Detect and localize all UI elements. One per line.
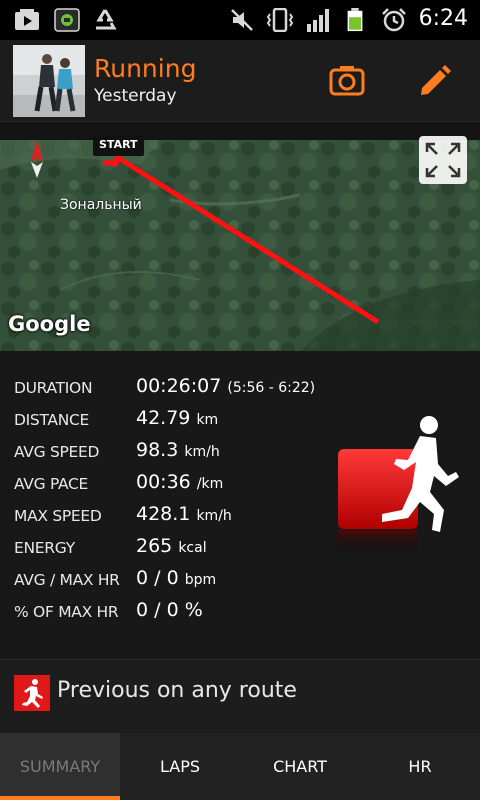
status-clock: 6:24 (418, 6, 468, 31)
route-start-marker: START (93, 136, 144, 156)
stat-value-avg-pace: 00:36 /km (136, 471, 224, 493)
recycle-icon (96, 9, 117, 30)
stat-label-duration: DURATION (14, 379, 93, 397)
map-place-label: Зональный (60, 197, 142, 213)
edit-icon[interactable] (412, 58, 454, 100)
tab-chart[interactable]: CHART (240, 733, 360, 800)
stat-value-max-speed: 428.1 km/h (136, 503, 232, 525)
vibrate-icon (266, 8, 294, 32)
youtube-icon (15, 9, 39, 30)
status-bar: 6:24 (0, 0, 480, 40)
stat-label-hr: AVG / MAX HR (14, 571, 120, 589)
fullscreen-button[interactable] (419, 136, 467, 184)
mute-icon (231, 9, 253, 31)
stat-value-pct-max-hr: 0 / 0 % (136, 599, 203, 621)
battery-icon (347, 8, 363, 32)
camera-icon[interactable] (326, 60, 368, 102)
activity-photo[interactable] (13, 45, 85, 117)
alarm-icon (382, 8, 406, 32)
stat-value-hr: 0 / 0 bpm (136, 567, 217, 589)
stat-label-avg-speed: AVG SPEED (14, 443, 100, 461)
tab-bar: SUMMARY LAPS CHART HR (0, 733, 480, 800)
activity-date: Yesterday (94, 86, 177, 106)
previous-route-button[interactable]: Previous on any route (0, 659, 480, 733)
signal-icon (307, 9, 329, 32)
stat-value-distance: 42.79 km (136, 407, 219, 429)
app-icon (54, 8, 80, 32)
stat-label-avg-pace: AVG PACE (14, 475, 89, 493)
stat-value-energy: 265 kcal (136, 535, 207, 557)
runners-photo (13, 45, 85, 117)
expand-icon (425, 142, 461, 178)
tab-summary[interactable]: SUMMARY (0, 733, 120, 800)
previous-route-label: Previous on any route (57, 678, 297, 703)
stat-value-duration: 00:26:07 (5:56 - 6:22) (136, 375, 316, 397)
tab-hr[interactable]: HR (360, 733, 480, 800)
route-map[interactable]: Зональный Google (0, 140, 480, 351)
tab-laps[interactable]: LAPS (120, 733, 240, 800)
runner-icon (14, 675, 50, 711)
activity-title: Running (94, 54, 197, 83)
active-tab-indicator (0, 796, 120, 800)
stat-value-avg-speed: 98.3 km/h (136, 439, 220, 461)
stat-label-pct-max-hr: % OF MAX HR (14, 603, 119, 621)
activity-header: Running Yesterday (0, 40, 480, 122)
stats-panel: DURATION 00:26:07 (5:56 - 6:22) DISTANCE… (0, 351, 480, 659)
stat-label-max-speed: MAX SPEED (14, 507, 102, 525)
stat-label-distance: DISTANCE (14, 411, 90, 429)
stat-label-energy: ENERGY (14, 539, 75, 557)
google-logo: Google (8, 312, 91, 336)
running-activity-icon (338, 416, 459, 554)
